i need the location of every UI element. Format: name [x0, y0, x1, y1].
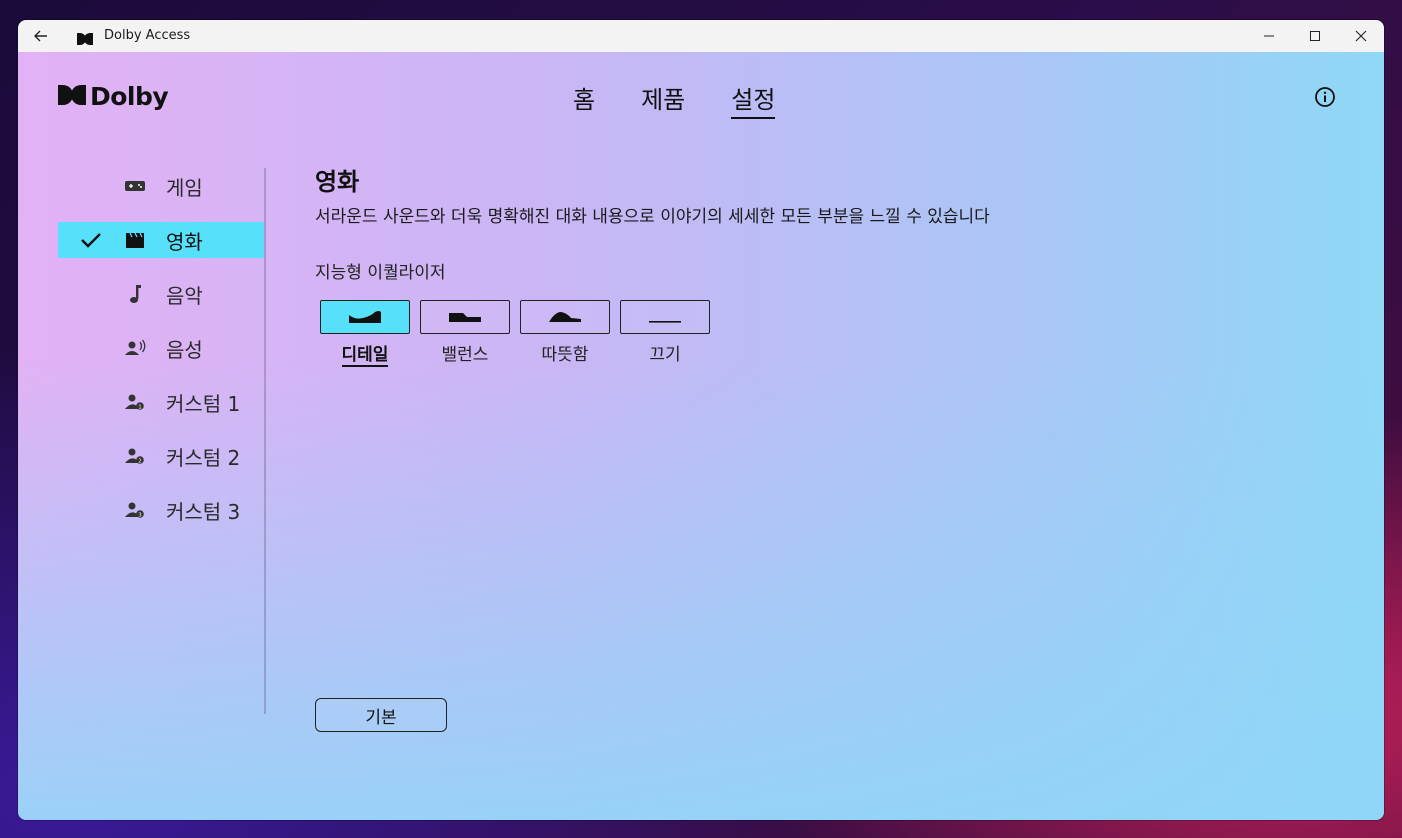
eq-option-off[interactable]: 끄기 — [620, 300, 710, 367]
sidebar-item-game[interactable]: 게임 — [58, 168, 264, 204]
sidebar-item-label: 게임 — [166, 176, 203, 200]
back-arrow-icon[interactable] — [30, 26, 52, 46]
eq-option-label: 따뜻함 — [541, 345, 589, 365]
detailed-curve-icon — [349, 311, 381, 323]
reset-default-button[interactable]: 기본 — [315, 698, 447, 732]
dolby-logo-icon — [58, 84, 86, 109]
sidebar-item-label: 음성 — [166, 338, 203, 362]
maximize-icon — [1310, 31, 1320, 41]
close-button[interactable] — [1338, 20, 1384, 52]
custom-profile-2-icon: 2 — [124, 446, 146, 466]
sidebar-item-label: 커스텀 1 — [166, 392, 241, 416]
sidebar-item-label: 커스텀 3 — [166, 500, 241, 524]
warm-curve-icon — [549, 312, 581, 322]
equalizer-options: 디테일 밸런스 따뜻함 끄기 — [320, 300, 710, 367]
dolby-small-logo-icon — [77, 30, 93, 49]
flat-line-icon — [649, 321, 681, 323]
maximize-button[interactable] — [1292, 20, 1338, 52]
nav-home[interactable]: 홈 — [573, 80, 595, 119]
svg-text:3: 3 — [138, 512, 142, 518]
app-window: Dolby Access Dolby 홈 제품 설정 게임 영화 음악 음성 1… — [18, 20, 1384, 820]
section-description: 서라운드 사운드와 더욱 명확해진 대화 내용으로 이야기의 세세한 모든 부분… — [315, 207, 990, 227]
svg-text:1: 1 — [138, 404, 142, 410]
minimize-icon — [1264, 35, 1274, 37]
info-icon[interactable] — [1314, 86, 1336, 108]
eq-option-label: 끄기 — [649, 345, 681, 365]
app-content: Dolby 홈 제품 설정 게임 영화 음악 음성 1 커스텀 1 2 커스텀 … — [18, 52, 1384, 820]
sidebar-item-movie[interactable]: 영화 — [58, 222, 264, 258]
eq-option-detailed[interactable]: 디테일 — [320, 300, 410, 367]
close-icon — [1355, 30, 1367, 42]
eq-warm-button[interactable] — [520, 300, 610, 334]
eq-balanced-button[interactable] — [420, 300, 510, 334]
sidebar-divider — [264, 168, 266, 714]
balanced-curve-icon — [449, 313, 481, 322]
sidebar-item-custom-1[interactable]: 1 커스텀 1 — [58, 384, 264, 420]
sidebar-item-label: 영화 — [166, 230, 203, 254]
music-note-icon — [124, 284, 146, 304]
top-nav: 홈 제품 설정 — [573, 80, 776, 119]
sidebar-item-voice[interactable]: 음성 — [58, 330, 264, 366]
sidebar-item-custom-2[interactable]: 2 커스텀 2 — [58, 438, 264, 474]
nav-settings[interactable]: 설정 — [731, 80, 776, 119]
dolby-logo[interactable]: Dolby — [58, 82, 169, 111]
sidebar-item-label: 커스텀 2 — [166, 446, 241, 470]
custom-profile-3-icon: 3 — [124, 500, 146, 520]
title-bar: Dolby Access — [18, 20, 1384, 52]
eq-option-warm[interactable]: 따뜻함 — [520, 300, 610, 367]
checkmark-icon — [80, 230, 102, 254]
eq-option-label: 밸런스 — [441, 345, 489, 365]
eq-off-button[interactable] — [620, 300, 710, 334]
brand-name: Dolby — [90, 82, 169, 111]
eq-option-balanced[interactable]: 밸런스 — [420, 300, 510, 367]
eq-option-label: 디테일 — [341, 340, 389, 367]
minimize-button[interactable] — [1246, 20, 1292, 52]
sidebar: 게임 영화 음악 음성 1 커스텀 1 2 커스텀 2 3 커스텀 3 — [58, 168, 264, 546]
sidebar-item-music[interactable]: 음악 — [58, 276, 264, 312]
section-title: 영화 — [315, 168, 360, 196]
custom-profile-1-icon: 1 — [124, 392, 146, 412]
gamepad-icon — [124, 176, 146, 196]
nav-products[interactable]: 제품 — [641, 80, 685, 119]
sidebar-item-label: 음악 — [166, 284, 203, 308]
window-title: Dolby Access — [104, 28, 191, 43]
svg-text:2: 2 — [138, 458, 142, 464]
clapperboard-icon — [124, 230, 146, 250]
equalizer-label: 지능형 이퀄라이저 — [315, 263, 446, 283]
sidebar-item-custom-3[interactable]: 3 커스텀 3 — [58, 492, 264, 528]
voice-icon — [124, 338, 146, 358]
eq-detailed-button[interactable] — [320, 300, 410, 334]
